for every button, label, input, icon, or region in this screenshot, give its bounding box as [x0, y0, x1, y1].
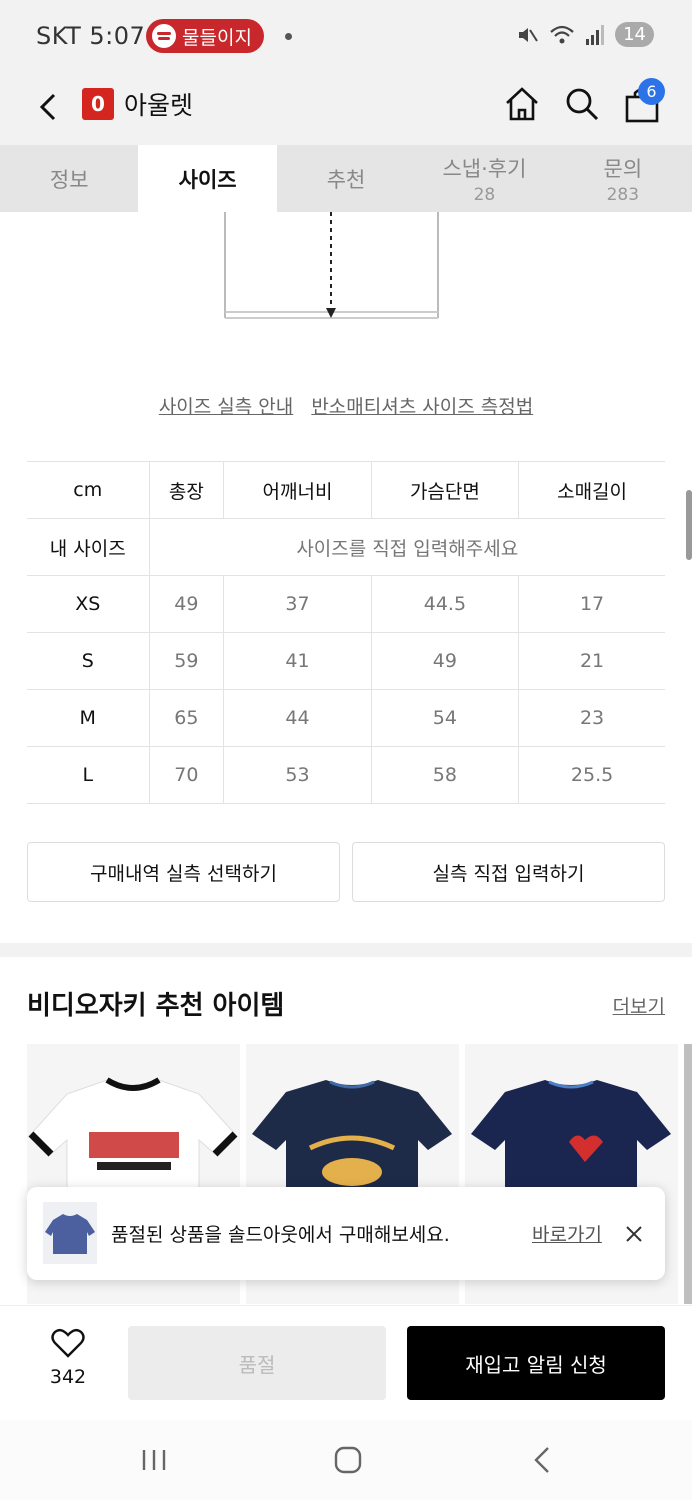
like-count: 342 [49, 1366, 87, 1388]
tab-label: 스냅·후기 [442, 156, 527, 181]
table-cell: 37 [223, 575, 372, 633]
table-cell: 53 [223, 746, 372, 804]
size-table: cm 총장 어깨너비 가슴단면 소매길이 내 사이즈 사이즈를 직접 입력해주세… [27, 461, 665, 804]
table-header: cm [27, 461, 150, 519]
toast-product-thumbnail [43, 1202, 97, 1264]
table-header: 총장 [149, 461, 224, 519]
size-label: M [27, 689, 150, 747]
table-cell: 25.5 [518, 746, 665, 804]
outlet-logo[interactable]: 0 [82, 88, 114, 120]
size-guide-link[interactable]: 사이즈 실측 안내 [159, 396, 293, 418]
table-cell: 65 [149, 689, 224, 747]
my-size-prompt[interactable]: 사이즈를 직접 입력해주세요 [149, 518, 665, 576]
table-cell: 21 [518, 632, 665, 690]
size-label: L [27, 746, 150, 804]
table-row: S 59 41 49 21 [27, 632, 665, 690]
recommend-item[interactable] [684, 1044, 692, 1304]
table-cell: 44.5 [370, 575, 519, 633]
tab-recommend[interactable]: 추천 [277, 145, 415, 212]
soldout-toast: 품절된 상품을 솔드아웃에서 구매해보세요. 바로가기 [27, 1187, 665, 1280]
app-header: 0 아울렛 6 [0, 70, 692, 145]
tab-label: 사이즈 [178, 167, 237, 192]
table-cell: 54 [370, 689, 519, 747]
size-links: 사이즈 실측 안내 반소매티셔츠 사이즈 측정법 [0, 392, 692, 419]
tab-snap-review[interactable]: 스냅·후기 28 [415, 145, 553, 212]
table-row: L 70 53 58 25.5 [27, 746, 665, 804]
now-playing-pill[interactable]: 물들이지 [146, 19, 264, 53]
table-cell: 59 [149, 632, 224, 690]
spotify-icon [152, 24, 176, 48]
close-icon[interactable] [623, 1223, 645, 1245]
table-cell: 41 [223, 632, 372, 690]
table-cell: 49 [149, 575, 224, 633]
toast-go-link[interactable]: 바로가기 [532, 1220, 602, 1247]
table-header: 소매길이 [518, 461, 665, 519]
tab-count: 28 [473, 184, 496, 205]
my-size-label: 내 사이즈 [27, 518, 150, 576]
status-bar: SKT 5:07 물들이지 14 [0, 0, 692, 70]
restock-alert-button[interactable]: 재입고 알림 신청 [407, 1326, 665, 1400]
system-nav-bar [0, 1420, 692, 1500]
signal-icon [586, 24, 605, 45]
battery-icon: 14 [615, 22, 654, 47]
tab-info[interactable]: 정보 [0, 145, 138, 212]
back-nav-icon[interactable] [522, 1440, 562, 1480]
tab-size[interactable]: 사이즈 [138, 145, 277, 212]
size-label: S [27, 632, 150, 690]
product-tabs: 정보 사이즈 추천 스냅·후기 28 문의 283 [0, 145, 692, 212]
table-header: 어깨너비 [223, 461, 372, 519]
mute-icon [519, 27, 538, 42]
recent-apps-icon[interactable] [134, 1440, 174, 1480]
my-size-row[interactable]: 내 사이즈 사이즈를 직접 입력해주세요 [27, 518, 665, 576]
status-icons: 14 [515, 22, 654, 47]
tab-label: 문의 [603, 156, 643, 181]
page-title: 아울렛 [124, 91, 194, 120]
table-cell: 17 [518, 575, 665, 633]
cart-count-badge: 6 [638, 78, 665, 105]
manual-measure-button[interactable]: 실측 직접 입력하기 [352, 842, 665, 902]
heart-icon [51, 1328, 85, 1358]
tab-count: 283 [606, 184, 640, 205]
measure-method-link[interactable]: 반소매티셔츠 사이즈 측정법 [311, 396, 533, 418]
tab-inquiry[interactable]: 문의 283 [554, 145, 692, 212]
table-row: XS 49 37 44.5 17 [27, 575, 665, 633]
like-button[interactable]: 342 [40, 1328, 96, 1388]
section-divider [0, 943, 692, 957]
table-cell: 23 [518, 689, 665, 747]
now-playing-text: 물들이지 [182, 26, 252, 49]
notification-dot-icon [285, 33, 292, 40]
wifi-icon [550, 25, 574, 43]
table-cell: 44 [223, 689, 372, 747]
size-diagram [224, 212, 439, 319]
purchase-history-measure-button[interactable]: 구매내역 실측 선택하기 [27, 842, 340, 902]
table-cell: 58 [370, 746, 519, 804]
soldout-button: 품절 [128, 1326, 386, 1400]
tab-label: 추천 [326, 167, 366, 192]
purchase-bar: 342 품절 재입고 알림 신청 [0, 1305, 692, 1420]
table-header-row: cm 총장 어깨너비 가슴단면 소매길이 [27, 461, 665, 519]
table-cell: 49 [370, 632, 519, 690]
table-cell: 70 [149, 746, 224, 804]
table-header: 가슴단면 [370, 461, 519, 519]
recommend-more-link[interactable]: 더보기 [613, 992, 665, 1019]
toast-message: 품절된 상품을 솔드아웃에서 구매해보세요. [111, 1224, 450, 1246]
size-label: XS [27, 575, 150, 633]
recommend-title: 비디오자키 추천 아이템 [27, 991, 285, 1021]
table-row: M 65 44 54 23 [27, 689, 665, 747]
home-icon[interactable] [502, 84, 542, 124]
measure-buttons: 구매내역 실측 선택하기 실측 직접 입력하기 [27, 842, 665, 902]
back-icon[interactable] [34, 87, 64, 127]
scrollbar[interactable] [686, 490, 692, 560]
search-icon[interactable] [562, 84, 602, 124]
home-nav-icon[interactable] [328, 1440, 368, 1480]
carrier-time: SKT 5:07 [36, 22, 146, 50]
tab-label: 정보 [49, 167, 89, 192]
